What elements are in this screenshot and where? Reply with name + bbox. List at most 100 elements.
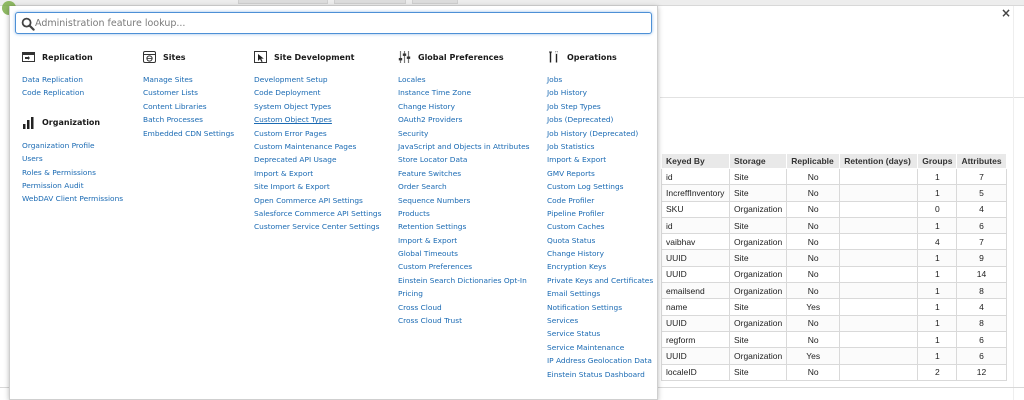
menu-link-encryption-keys[interactable]: Encryption Keys	[547, 260, 653, 273]
column-header-storage[interactable]: Storage	[728, 153, 788, 169]
menu-link-quota-status[interactable]: Quota Status	[547, 234, 653, 247]
table-row[interactable]: emailsend Organization No 1 8	[661, 282, 1007, 300]
column-header-attributes[interactable]: Attributes	[956, 153, 1007, 169]
menu-link-job-history-deprecated[interactable]: Job History (Deprecated)	[547, 127, 653, 140]
menu-link-code-replication[interactable]: Code Replication	[22, 86, 123, 99]
cell-storage: Site	[728, 330, 788, 349]
menu-link-customer-service-center-settings[interactable]: Customer Service Center Settings	[254, 220, 381, 233]
menu-link-locales[interactable]: Locales	[398, 73, 530, 86]
menu-link-cross-cloud-trust[interactable]: Cross Cloud Trust	[398, 314, 530, 327]
menu-link-job-step-types[interactable]: Job Step Types	[547, 100, 653, 113]
menu-link-services[interactable]: Services	[547, 314, 653, 327]
menu-link-change-history[interactable]: Change History	[547, 247, 653, 260]
menu-link-einstein-status-dashboard[interactable]: Einstein Status Dashboard	[547, 368, 653, 381]
menu-link-pipeline-profiler[interactable]: Pipeline Profiler	[547, 207, 653, 220]
menu-link-order-search[interactable]: Order Search	[398, 180, 530, 193]
menu-link-cross-cloud[interactable]: Cross Cloud	[398, 301, 530, 314]
menu-link-custom-preferences[interactable]: Custom Preferences	[398, 260, 530, 273]
menu-link-service-maintenance[interactable]: Service Maintenance	[547, 341, 653, 354]
menu-column-3: Site Development Development Setup Code D…	[254, 50, 381, 234]
menu-link-batch-processes[interactable]: Batch Processes	[143, 113, 234, 126]
menu-link-custom-error-pages[interactable]: Custom Error Pages	[254, 127, 381, 140]
menu-link-job-history[interactable]: Job History	[547, 86, 653, 99]
menu-link-email-settings[interactable]: Email Settings	[547, 287, 653, 300]
menu-link-custom-log-settings[interactable]: Custom Log Settings	[547, 180, 653, 193]
menu-link-jobs[interactable]: Jobs	[547, 73, 653, 86]
menu-link-global-timeouts[interactable]: Global Timeouts	[398, 247, 530, 260]
menu-link-job-statistics[interactable]: Job Statistics	[547, 140, 653, 153]
table-row[interactable]: UUID Site No 1 9	[661, 249, 1007, 267]
menu-link-javascript-and-objects-in-attributes[interactable]: JavaScript and Objects in Attributes	[398, 140, 530, 153]
menu-link-salesforce-commerce-api-settings[interactable]: Salesforce Commerce API Settings	[254, 207, 381, 220]
table-row[interactable]: localeID Site No 2 12	[661, 363, 1007, 381]
table-row[interactable]: name Site Yes 1 4	[661, 298, 1007, 316]
menu-link-sequence-numbers[interactable]: Sequence Numbers	[398, 194, 530, 207]
menu-link-data-replication[interactable]: Data Replication	[22, 73, 123, 86]
column-header-keyed-by[interactable]: Keyed By	[661, 153, 730, 169]
menu-link-instance-time-zone[interactable]: Instance Time Zone	[398, 86, 530, 99]
menu-link-store-locator-data[interactable]: Store Locator Data	[398, 153, 530, 166]
menu-link-einstein-search-dictionaries-opt-in[interactable]: Einstein Search Dictionaries Opt-In	[398, 274, 530, 287]
table-row[interactable]: UUID Organization Yes 1 6	[661, 347, 1007, 365]
menu-link-import-and-export[interactable]: Import & Export	[547, 153, 653, 166]
cell-keyed-by: id	[661, 167, 730, 186]
menu-link-import-and-export[interactable]: Import & Export	[398, 234, 530, 247]
menu-link-security[interactable]: Security	[398, 127, 530, 140]
table-row[interactable]: IncreffInventory Site No 1 5	[661, 184, 1007, 202]
menu-link-oauth2-providers[interactable]: OAuth2 Providers	[398, 113, 530, 126]
menu-link-open-commerce-api-settings[interactable]: Open Commerce API Settings	[254, 194, 381, 207]
menu-link-pricing[interactable]: Pricing	[398, 287, 530, 300]
cell-retention	[839, 314, 919, 332]
table-row[interactable]: vaibhav Organization No 4 7	[661, 233, 1007, 251]
menu-link-gmv-reports[interactable]: GMV Reports	[547, 167, 653, 180]
menu-link-deprecated-api-usage[interactable]: Deprecated API Usage	[254, 153, 381, 166]
search-box[interactable]	[15, 12, 652, 34]
search-input[interactable]	[35, 15, 645, 31]
column-header-replicable[interactable]: Replicable	[786, 153, 841, 169]
cell-keyed-by: UUID	[661, 265, 730, 284]
menu-link-users[interactable]: Users	[22, 152, 123, 165]
menu-link-embedded-cdn-settings[interactable]: Embedded CDN Settings	[143, 127, 234, 140]
close-icon[interactable]: ×	[1001, 6, 1011, 20]
menu-section-organization: Organization Organization Profile Users Ro…	[22, 116, 123, 206]
menu-link-import-and-export[interactable]: Import & Export	[254, 167, 381, 180]
menu-link-change-history[interactable]: Change History	[398, 100, 530, 113]
menu-link-system-object-types[interactable]: System Object Types	[254, 100, 381, 113]
cell-attributes: 7	[956, 233, 1007, 251]
menu-link-custom-object-types[interactable]: Custom Object Types	[254, 113, 381, 126]
menu-link-retention-settings[interactable]: Retention Settings	[398, 220, 530, 233]
menu-link-feature-switches[interactable]: Feature Switches	[398, 167, 530, 180]
menu-link-code-deployment[interactable]: Code Deployment	[254, 86, 381, 99]
menu-link-code-profiler[interactable]: Code Profiler	[547, 194, 653, 207]
tab[interactable]	[334, 0, 406, 4]
menu-link-development-setup[interactable]: Development Setup	[254, 73, 381, 86]
menu-link-manage-sites[interactable]: Manage Sites	[143, 73, 234, 86]
menu-link-custom-caches[interactable]: Custom Caches	[547, 220, 653, 233]
menu-link-roles-and-permissions[interactable]: Roles & Permissions	[22, 166, 123, 179]
menu-link-permission-audit[interactable]: Permission Audit	[22, 179, 123, 192]
menu-link-site-import-and-export[interactable]: Site Import & Export	[254, 180, 381, 193]
tab[interactable]	[238, 0, 328, 4]
table-row[interactable]: id Site No 1 6	[661, 216, 1007, 235]
menu-link-products[interactable]: Products	[398, 207, 530, 220]
menu-link-ip-address-geolocation-data[interactable]: IP Address Geolocation Data	[547, 354, 653, 367]
sites-icon	[143, 51, 156, 63]
table-row[interactable]: SKU Organization No 0 4	[661, 200, 1007, 218]
menu-link-service-status[interactable]: Service Status	[547, 327, 653, 340]
table-row[interactable]: UUID Organization No 1 14	[661, 265, 1007, 284]
column-header-retention[interactable]: Retention (days)	[839, 153, 919, 169]
menu-link-notification-settings[interactable]: Notification Settings	[547, 301, 653, 314]
menu-link-customer-lists[interactable]: Customer Lists	[143, 86, 234, 99]
table-row[interactable]: UUID Organization No 1 8	[661, 314, 1007, 332]
cell-attributes: 8	[956, 282, 1007, 300]
menu-link-organization-profile[interactable]: Organization Profile	[22, 139, 123, 152]
menu-link-private-keys-and-certificates[interactable]: Private Keys and Certificates	[547, 274, 653, 287]
table-row[interactable]: id Site No 1 7	[661, 167, 1007, 186]
menu-link-webdav-client-permissions[interactable]: WebDAV Client Permissions	[22, 192, 123, 205]
tab[interactable]	[412, 0, 458, 4]
menu-link-custom-maintenance-pages[interactable]: Custom Maintenance Pages	[254, 140, 381, 153]
menu-link-content-libraries[interactable]: Content Libraries	[143, 100, 234, 113]
table-row[interactable]: regform Site No 1 6	[661, 330, 1007, 349]
column-header-groups[interactable]: Groups	[917, 153, 958, 169]
menu-link-jobs-deprecated[interactable]: Jobs (Deprecated)	[547, 113, 653, 126]
